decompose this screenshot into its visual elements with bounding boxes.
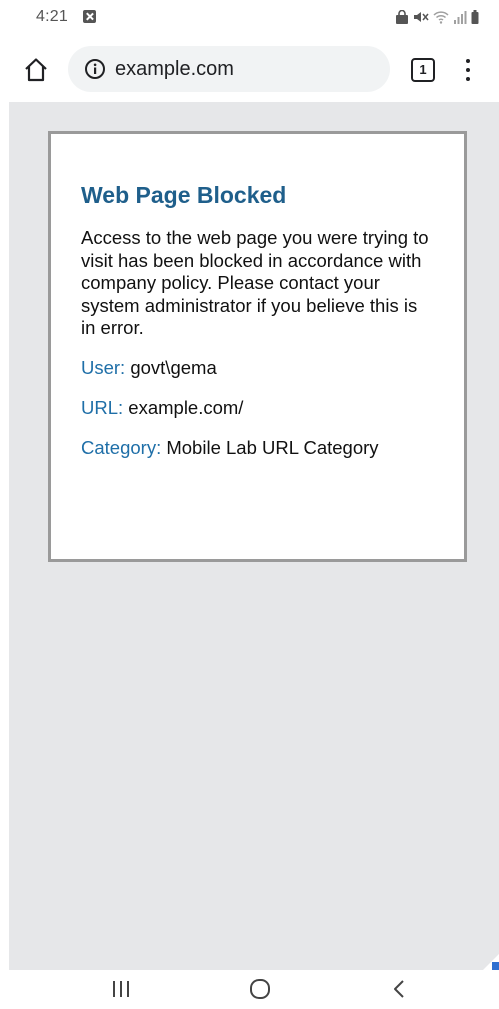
navigation-bar	[0, 970, 499, 1009]
web-content: Web Page Blocked Access to the web page …	[9, 102, 499, 970]
notification-icon	[83, 10, 96, 23]
detail-label: Category:	[81, 436, 162, 458]
status-icons	[395, 7, 479, 27]
address-bar[interactable]: example.com	[68, 46, 390, 92]
detail-category: Category: Mobile Lab URL Category	[81, 437, 434, 459]
detail-user: User: govt\gema	[81, 357, 434, 379]
detail-label: URL:	[81, 396, 124, 418]
phone-screen: 4:21 example.com 1 Web Page Blocked Acce…	[0, 0, 499, 1009]
home-icon[interactable]	[22, 56, 50, 84]
battery-icon	[471, 10, 479, 24]
detail-value: example.com/	[128, 396, 244, 418]
signal-icon	[454, 11, 467, 24]
more-icon[interactable]	[460, 56, 476, 84]
lock-icon	[396, 10, 408, 24]
wifi-icon	[433, 11, 449, 24]
tab-switcher-button[interactable]: 1	[411, 58, 435, 82]
detail-value: Mobile Lab URL Category	[166, 436, 379, 458]
browser-toolbar: example.com 1	[0, 38, 499, 102]
detail-label: User:	[81, 356, 126, 378]
corner-indicator-icon	[483, 954, 499, 970]
mute-icon	[414, 12, 429, 22]
detail-value: govt\gema	[130, 356, 217, 378]
status-time: 4:21	[36, 8, 68, 25]
block-message: Access to the web page you were trying t…	[81, 227, 429, 338]
info-icon[interactable]	[84, 58, 106, 80]
block-card: Web Page Blocked Access to the web page …	[48, 131, 467, 562]
home-icon[interactable]	[247, 976, 273, 1002]
url-text[interactable]: example.com	[115, 57, 234, 81]
status-bar: 4:21	[0, 0, 499, 38]
back-icon[interactable]	[389, 977, 411, 1001]
recents-icon[interactable]	[110, 978, 132, 1000]
page-title: Web Page Blocked	[81, 182, 287, 208]
detail-url: URL: example.com/	[81, 397, 434, 419]
